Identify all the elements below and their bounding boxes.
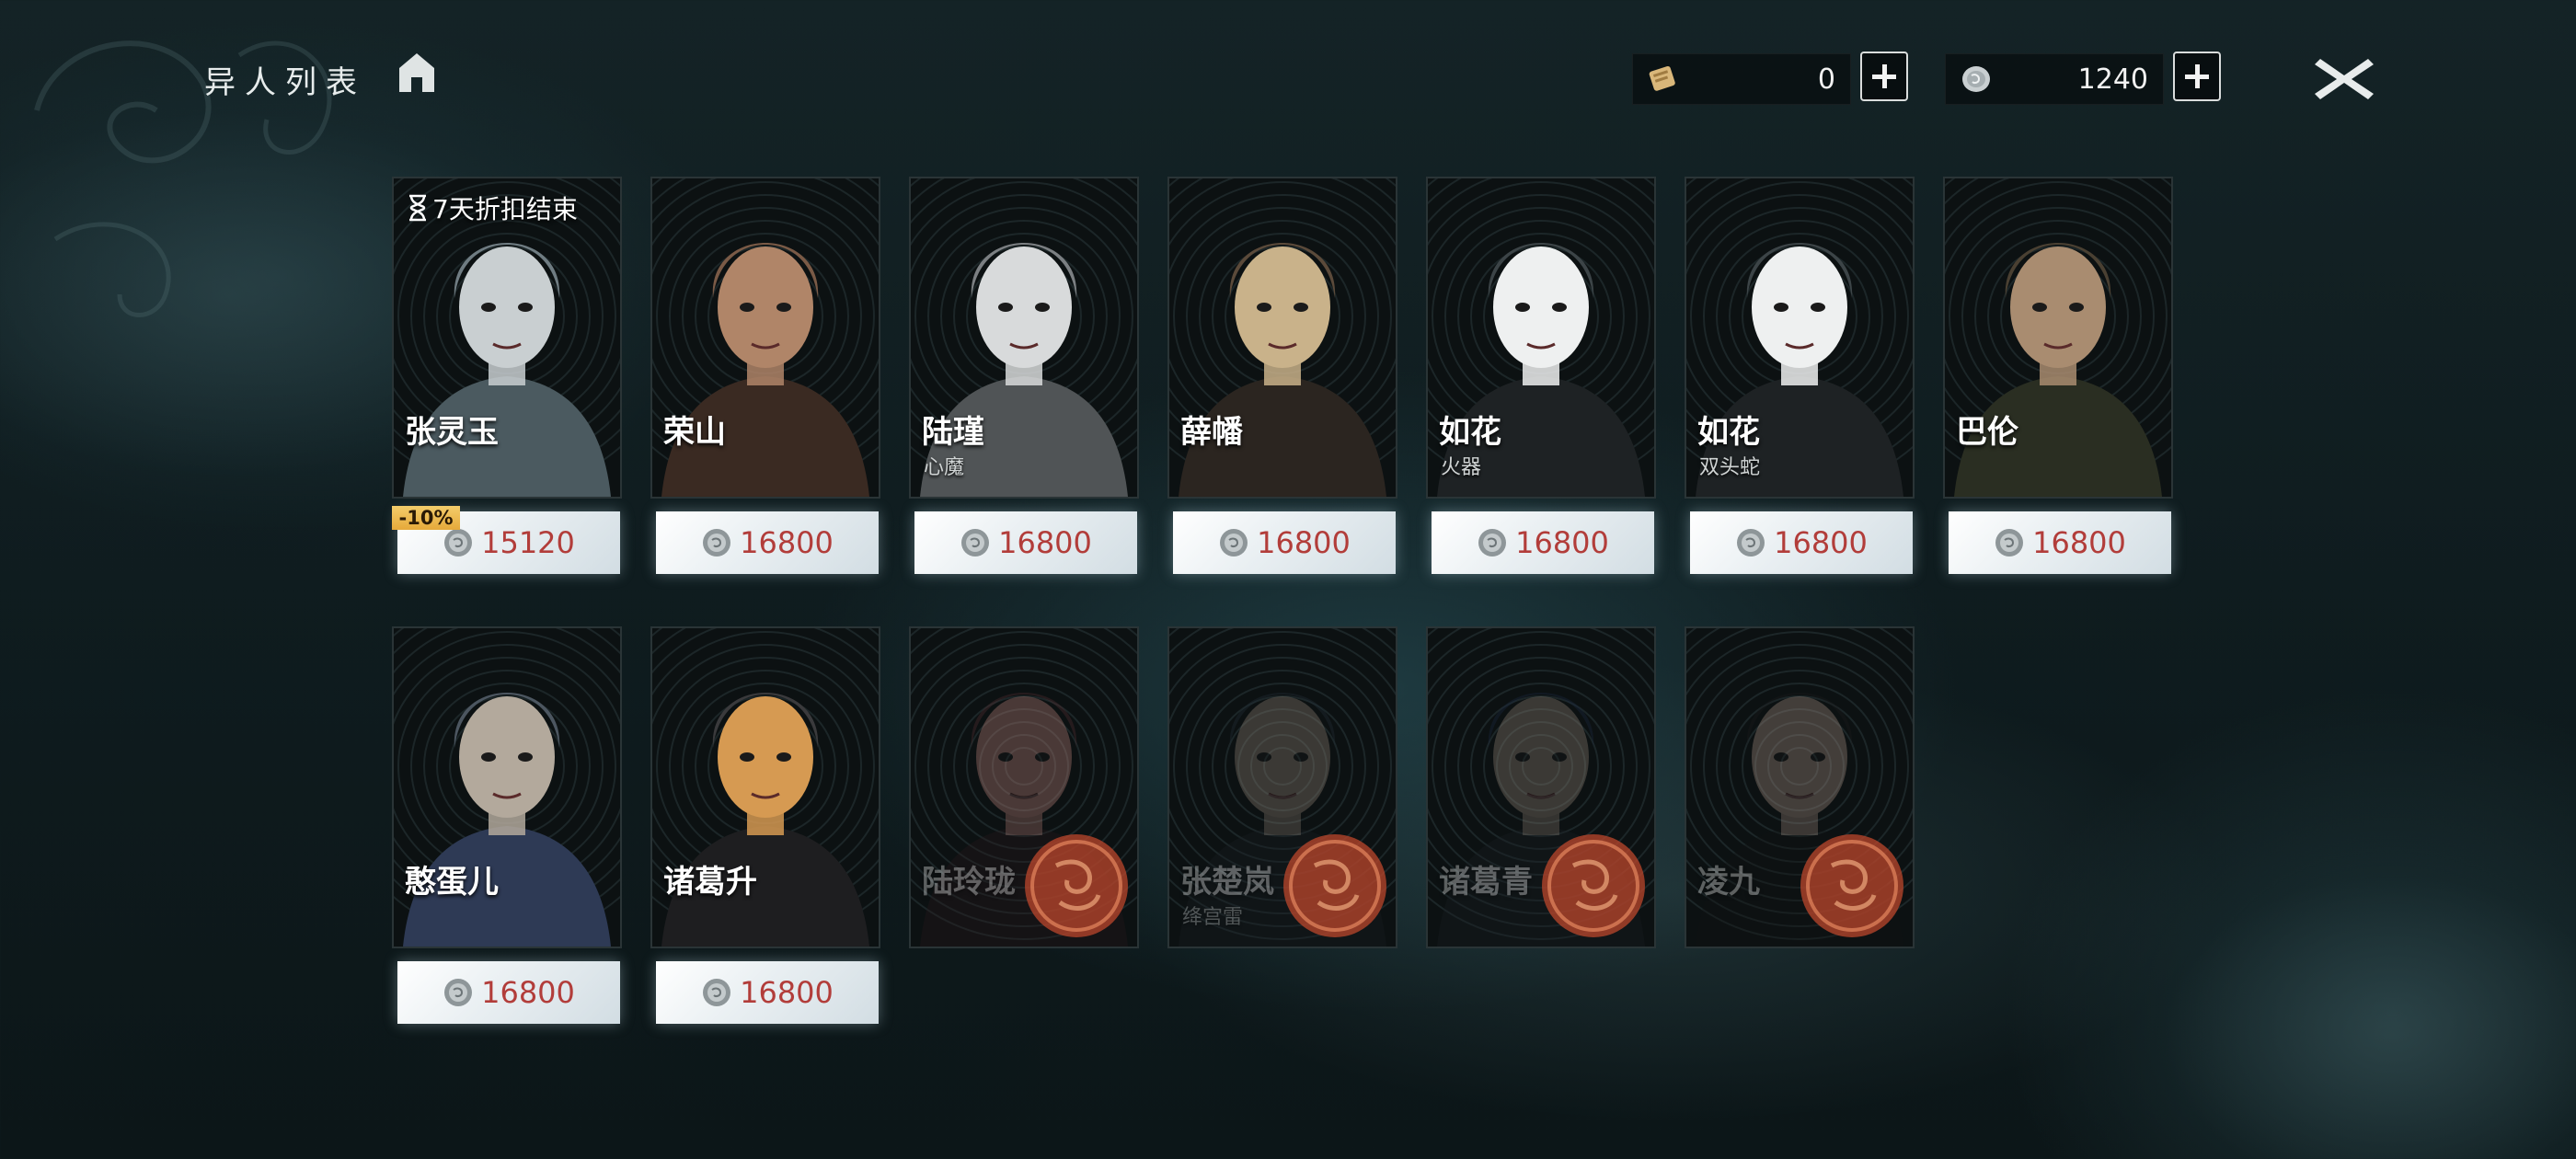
character-name: 巴伦 — [1956, 414, 2018, 451]
discount-timer: 7天折扣结束 — [407, 189, 578, 226]
character-card[interactable]: 陆瑾 心魔 — [909, 177, 1139, 499]
buy-price-button[interactable]: 16800 — [1690, 511, 1913, 574]
price-value: 16800 — [998, 525, 1092, 560]
silver-coin-icon — [444, 529, 473, 557]
owned-stamp-icon — [1025, 834, 1128, 937]
page-title: 异人列表 — [204, 64, 366, 101]
scroll-token-icon — [1649, 65, 1675, 91]
character-card[interactable]: 巴伦 — [1943, 177, 2173, 499]
silver-coin-icon — [1478, 529, 1507, 557]
character-card[interactable]: 如花 火器 — [1426, 177, 1656, 499]
character-subtitle: 绛宫雷 — [1182, 906, 1244, 929]
character-name: 如花 — [1439, 414, 1501, 451]
background-glow — [2162, 874, 2576, 1159]
character-name: 荣山 — [663, 414, 726, 451]
character-name: 诸葛升 — [663, 864, 757, 901]
price-value: 16800 — [740, 975, 834, 1010]
character-name: 张楚岚 — [1180, 864, 1274, 901]
price-value: 16800 — [1257, 525, 1351, 560]
character-card[interactable]: 陆玲珑 — [909, 626, 1139, 948]
silver-coin-icon — [703, 529, 731, 557]
silver-coin-icon — [444, 979, 473, 1006]
buy-price-button[interactable]: 16800 — [914, 511, 1137, 574]
silver-coin-icon — [1962, 66, 1990, 92]
character-name: 薛幡 — [1180, 414, 1243, 451]
price-value: 16800 — [1774, 525, 1868, 560]
character-subtitle: 双头蛇 — [1699, 456, 1761, 479]
silver-coin-icon — [1737, 529, 1765, 557]
character-name: 憨蛋儿 — [405, 864, 499, 901]
character-card[interactable]: 诸葛青 — [1426, 626, 1656, 948]
buy-price-button[interactable]: 16800 — [1173, 511, 1396, 574]
price-value: 16800 — [2032, 525, 2126, 560]
character-name: 诸葛青 — [1439, 864, 1533, 901]
owned-stamp-icon — [1800, 834, 1903, 937]
owned-stamp-icon — [1283, 834, 1386, 937]
character-name: 如花 — [1697, 414, 1760, 451]
buy-price-button[interactable]: 16800 — [656, 961, 879, 1024]
price-value: 16800 — [1515, 525, 1609, 560]
character-card[interactable]: 薛幡 — [1167, 177, 1397, 499]
close-icon[interactable] — [2311, 53, 2377, 105]
silver-coin-icon — [1220, 529, 1248, 557]
scroll-token-counter: 0 — [1632, 53, 1851, 105]
silver-coin-icon — [961, 529, 990, 557]
character-name: 张灵玉 — [405, 414, 499, 451]
character-card[interactable]: 凌九 — [1685, 626, 1915, 948]
silver-coin-value: 1240 — [2077, 63, 2148, 96]
buy-price-button[interactable]: 16800 — [397, 961, 620, 1024]
scroll-token-value: 0 — [1817, 63, 1835, 96]
character-card[interactable]: 张灵玉 7天折扣结束 — [392, 177, 622, 499]
price-value: 15120 — [481, 525, 575, 560]
character-name: 凌九 — [1697, 864, 1760, 901]
discount-badge: -10% — [392, 506, 460, 530]
character-name: 陆玲珑 — [922, 864, 1016, 901]
add-silver-coin-button[interactable] — [2173, 52, 2221, 101]
character-card[interactable]: 如花 双头蛇 — [1685, 177, 1915, 499]
silver-coin-icon — [703, 979, 731, 1006]
price-value: 16800 — [740, 525, 834, 560]
silver-coin-icon — [1995, 529, 2024, 557]
owned-stamp-icon — [1542, 834, 1645, 937]
add-scroll-token-button[interactable] — [1860, 52, 1908, 101]
price-value: 16800 — [481, 975, 575, 1010]
discount-timer-text: 7天折扣结束 — [432, 194, 578, 224]
character-card[interactable]: 荣山 — [650, 177, 880, 499]
buy-price-button[interactable]: 16800 — [656, 511, 879, 574]
buy-price-button[interactable]: 16800 — [1949, 511, 2171, 574]
character-card[interactable]: 憨蛋儿 — [392, 626, 622, 948]
silver-coin-counter: 1240 — [1945, 53, 2164, 105]
character-subtitle: 火器 — [1441, 456, 1482, 479]
home-icon[interactable] — [397, 52, 436, 94]
hourglass-icon — [409, 194, 426, 222]
character-card[interactable]: 张楚岚 绛宫雷 — [1167, 626, 1397, 948]
character-name: 陆瑾 — [922, 414, 984, 451]
character-subtitle: 心魔 — [924, 456, 965, 479]
character-card[interactable]: 诸葛升 — [650, 626, 880, 948]
buy-price-button[interactable]: 16800 — [1432, 511, 1654, 574]
